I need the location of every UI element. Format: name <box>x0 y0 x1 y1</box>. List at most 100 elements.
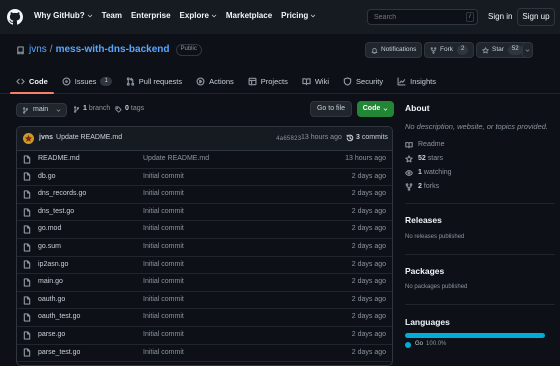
notifications-label: Notifications <box>381 46 417 54</box>
file-commit-message-link[interactable]: Initial commit <box>143 261 184 269</box>
repo-name-link[interactable]: mess-with-dns-backend <box>56 44 170 56</box>
notifications-button[interactable]: Notifications <box>365 42 423 58</box>
tab-label: Issues <box>74 77 97 86</box>
tab-wiki[interactable]: Wiki <box>302 69 329 94</box>
file-commit-message-link[interactable]: Update README.md <box>143 155 209 163</box>
file-name-link[interactable]: parse.go <box>38 331 65 339</box>
history-icon <box>346 135 354 142</box>
file-row[interactable]: db.go Initial commit 2 days ago <box>17 169 392 187</box>
language-item[interactable]: Go 100.0% <box>405 341 446 348</box>
repo-owner-link[interactable]: jvns <box>29 44 47 56</box>
file-commit-message-link[interactable]: Initial commit <box>143 331 184 339</box>
file-row[interactable]: main.go Initial commit 2 days ago <box>17 274 392 292</box>
tab-security[interactable]: Security <box>343 69 383 94</box>
file-row[interactable]: ip2asn.go Initial commit 2 days ago <box>17 257 392 275</box>
sign-in-link[interactable]: Sign in <box>488 12 512 22</box>
branches-label: branch <box>88 105 111 112</box>
file-row[interactable]: oauth.go Initial commit 2 days ago <box>17 292 392 310</box>
file-icon <box>23 225 31 234</box>
global-header: Why GitHub? Team Enterprise Explore Mark… <box>0 0 560 34</box>
nav-why-github[interactable]: Why GitHub? <box>34 11 93 21</box>
nav-explore[interactable]: Explore <box>180 11 217 21</box>
commit-author-link[interactable]: jvns <box>39 134 53 142</box>
file-name-link[interactable]: parse_test.go <box>38 349 80 357</box>
branches-link[interactable]: 1 branch <box>73 105 110 113</box>
file-row[interactable]: go.sum Initial commit 2 days ago <box>17 239 392 257</box>
file-commit-message-link[interactable]: Initial commit <box>143 190 184 198</box>
stars-label: stars <box>427 155 443 162</box>
file-row[interactable]: parse_test.go Initial commit 2 days ago <box>17 345 392 363</box>
file-row[interactable]: dns_records.go Initial commit 2 days ago <box>17 186 392 204</box>
file-commit-message-link[interactable]: Initial commit <box>143 296 184 304</box>
tab-label: Code <box>29 77 48 86</box>
star-dropdown-button[interactable] <box>522 42 533 58</box>
file-row[interactable]: go.mod Initial commit 2 days ago <box>17 221 392 239</box>
github-logo-icon[interactable] <box>7 9 23 25</box>
file-commit-date: 2 days ago <box>351 313 386 321</box>
tab-issues[interactable]: Issues 1 <box>62 69 112 94</box>
commits-history-link[interactable]: 3 commits <box>346 134 388 142</box>
branch-name: main <box>33 105 49 113</box>
nav-enterprise[interactable]: Enterprise <box>131 11 171 21</box>
readme-link[interactable]: Readme <box>405 141 444 149</box>
tab-projects[interactable]: Projects <box>248 69 288 94</box>
file-name-link[interactable]: oauth.go <box>38 296 65 304</box>
file-commit-message-link[interactable]: Initial commit <box>143 225 184 233</box>
tags-link[interactable]: 0 tags <box>115 105 144 113</box>
packages-heading[interactable]: Packages <box>405 266 444 276</box>
avatar[interactable] <box>23 133 34 144</box>
watchers-link[interactable]: 1 watching <box>405 169 452 177</box>
file-icon <box>23 155 31 164</box>
stars-link[interactable]: 52 stars <box>405 155 443 163</box>
file-name-link[interactable]: go.sum <box>38 243 61 251</box>
search-input[interactable] <box>367 9 478 25</box>
file-commit-message-link[interactable]: Initial commit <box>143 173 184 181</box>
tab-pull-requests[interactable]: Pull requests <box>126 69 182 94</box>
file-name-link[interactable]: main.go <box>38 278 63 286</box>
file-name-link[interactable]: dns_test.go <box>38 208 74 216</box>
nav-label: Explore <box>179 11 209 20</box>
repo-header: jvns / mess-with-dns-backend Public Noti… <box>0 34 560 94</box>
nav-marketplace[interactable]: Marketplace <box>226 11 272 21</box>
go-to-file-button[interactable]: Go to file <box>310 101 352 117</box>
file-commit-message-link[interactable]: Initial commit <box>143 243 184 251</box>
file-name-link[interactable]: go.mod <box>38 225 61 233</box>
nav-team[interactable]: Team <box>102 11 122 21</box>
file-commit-message-link[interactable]: Initial commit <box>143 208 184 216</box>
forks-count: 2 <box>418 183 422 190</box>
file-commit-message-link[interactable]: Initial commit <box>143 349 184 357</box>
chevron-down-icon <box>56 108 61 112</box>
commits-count: 3 <box>356 134 360 142</box>
tab-actions[interactable]: Actions <box>196 69 234 94</box>
file-name-link[interactable]: README.md <box>38 155 80 163</box>
file-icon <box>23 295 31 305</box>
file-commit-message-link[interactable]: Initial commit <box>143 313 184 321</box>
file-row[interactable]: README.md Update README.md 13 hours ago <box>17 151 392 169</box>
file-row[interactable]: dns_test.go Initial commit 2 days ago <box>17 204 392 222</box>
sign-up-button[interactable]: Sign up <box>517 8 555 26</box>
commit-sha-link[interactable]: 4a65823 <box>276 135 301 142</box>
repo-icon <box>17 45 24 54</box>
file-row[interactable]: parse.go Initial commit 2 days ago <box>17 327 392 345</box>
file-table: jvns Update README.md 4a65823 13 hours a… <box>16 126 393 366</box>
file-name-link[interactable]: ip2asn.go <box>38 261 68 269</box>
releases-heading[interactable]: Releases <box>405 215 442 225</box>
nav-pricing[interactable]: Pricing <box>281 11 316 21</box>
star-button[interactable]: Star 52 <box>476 42 529 58</box>
file-row[interactable]: oauth_test.go Initial commit 2 days ago <box>17 309 392 327</box>
file-commit-message-link[interactable]: Initial commit <box>143 278 184 286</box>
file-name-link[interactable]: db.go <box>38 173 56 181</box>
tab-insights[interactable]: Insights <box>397 69 436 94</box>
file-name-link[interactable]: dns_records.go <box>38 190 86 198</box>
fork-button[interactable]: Fork 2 <box>424 42 475 58</box>
star-icon <box>405 155 413 163</box>
branch-select-button[interactable]: main <box>16 103 67 117</box>
tag-icon <box>115 106 122 113</box>
commit-message-link[interactable]: Update README.md <box>56 134 122 142</box>
file-name-link[interactable]: oauth_test.go <box>38 313 80 321</box>
code-dropdown-button[interactable]: Code <box>357 101 394 117</box>
tab-code[interactable]: Code <box>10 69 54 94</box>
fork-icon <box>430 46 437 54</box>
forks-link[interactable]: 2 forks <box>405 183 439 191</box>
repo-title: jvns / mess-with-dns-backend Public <box>16 44 202 56</box>
